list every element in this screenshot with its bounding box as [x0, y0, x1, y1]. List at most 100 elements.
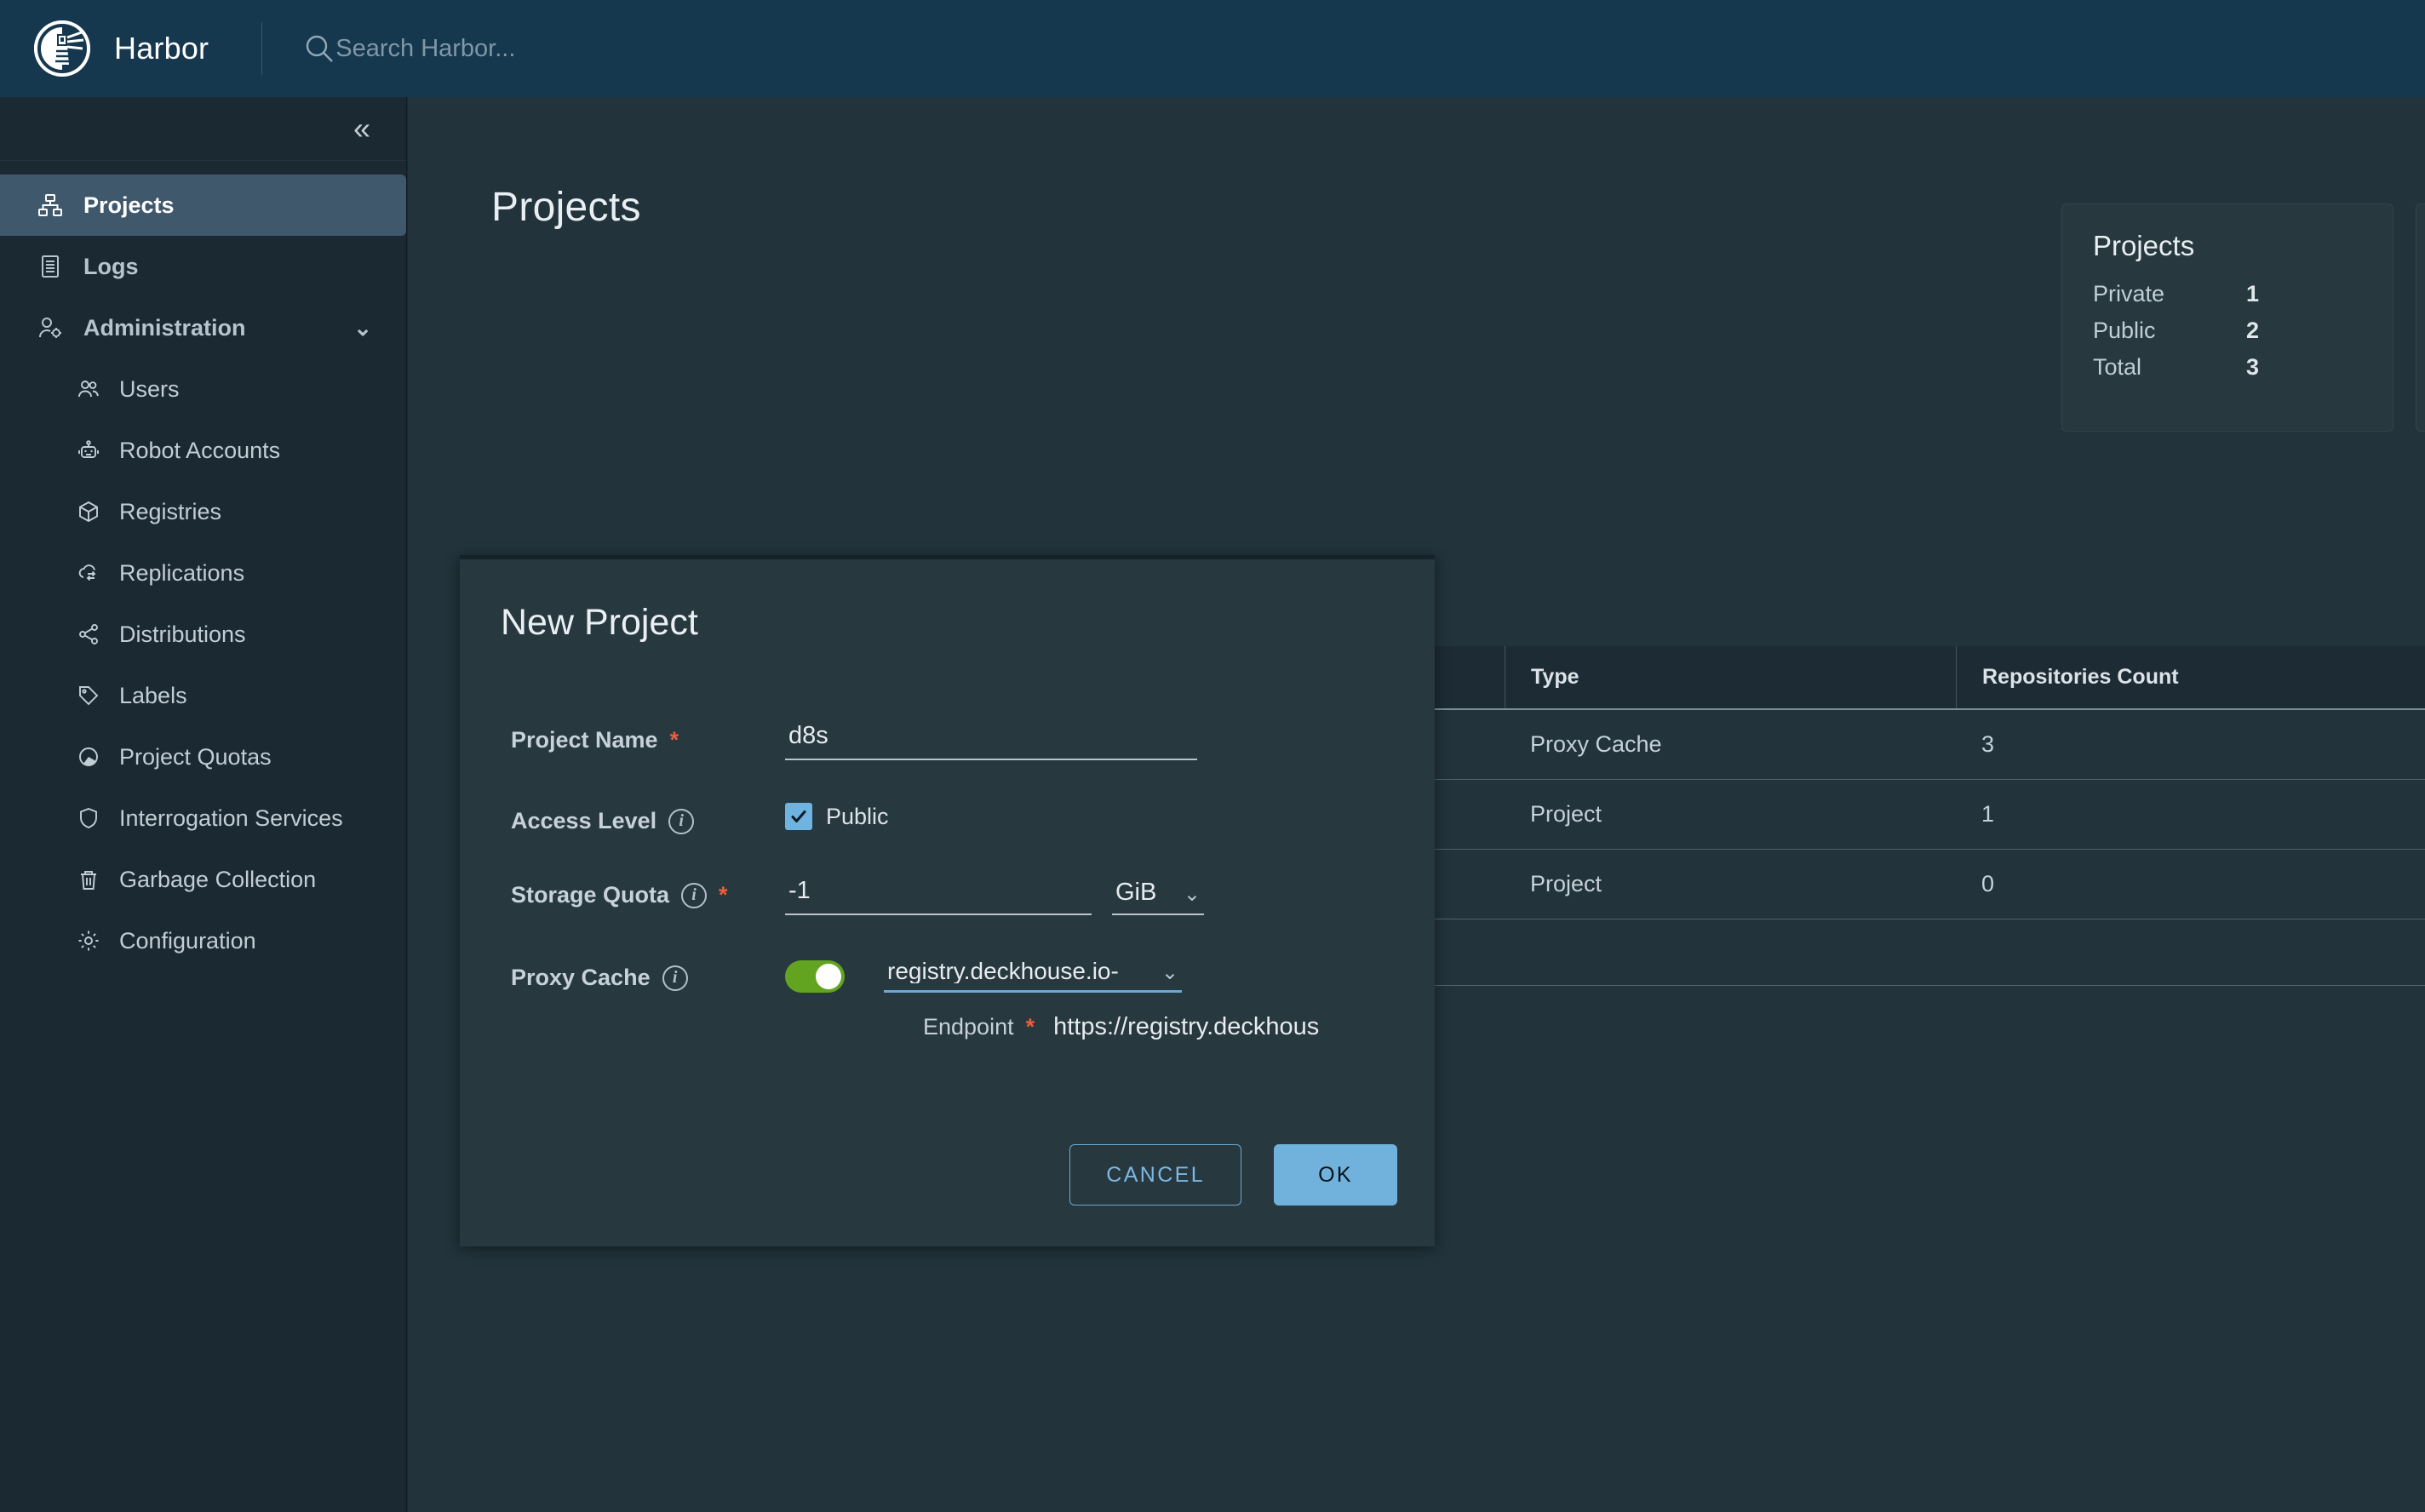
- sidebar-item-garbage-collection[interactable]: Garbage Collection: [0, 849, 406, 910]
- field-row-project-name: Project Name *: [460, 722, 1435, 760]
- toggle-knob: [816, 964, 841, 989]
- sidebar-item-replications[interactable]: Replications: [0, 542, 406, 604]
- double-chevron-left-icon: «: [353, 113, 370, 144]
- storage-quota-label: Storage Quota i *: [460, 877, 785, 908]
- sidebar-item-label: Distributions: [119, 621, 246, 648]
- search-input[interactable]: [335, 35, 812, 63]
- storage-quota-input[interactable]: [785, 877, 1092, 915]
- column-header-type[interactable]: Type: [1505, 646, 1956, 708]
- sidebar-item-configuration[interactable]: Configuration: [0, 910, 406, 971]
- sidebar: « Projects Logs: [0, 97, 407, 1512]
- stat-key: Total: [2093, 354, 2246, 381]
- public-checkbox-wrap[interactable]: Public: [785, 803, 1435, 830]
- sidebar-item-label: Projects: [83, 192, 175, 219]
- label-text: Storage Quota: [511, 882, 669, 908]
- endpoint-value: https://registry.deckhous: [1053, 1013, 1319, 1041]
- sidebar-item-logs[interactable]: Logs: [0, 236, 406, 297]
- new-project-form: Project Name * Access Level i Pu: [460, 722, 1435, 1041]
- column-header-repositories-count[interactable]: Repositories Count: [1956, 646, 2425, 708]
- project-name-label: Project Name *: [460, 722, 785, 753]
- sidebar-item-label: Garbage Collection: [119, 867, 316, 893]
- chevron-down-icon: ⌄: [1161, 963, 1178, 983]
- projects-stat-card: Projects Private 1 Public 2 Total 3: [2061, 203, 2393, 432]
- proxy-cache-registry-value: registry.deckhouse.io-: [887, 959, 1119, 983]
- info-icon[interactable]: i: [681, 883, 707, 908]
- stat-value: 2: [2246, 318, 2259, 344]
- chevron-down-icon: ⌄: [1184, 885, 1201, 905]
- info-icon[interactable]: i: [668, 809, 694, 834]
- project-name-input[interactable]: [785, 722, 1197, 760]
- logs-document-icon: [36, 252, 65, 281]
- sidebar-item-label: Labels: [119, 683, 187, 709]
- storage-quota-unit-value: GiB: [1115, 880, 1156, 905]
- sidebar-nav: Projects Logs Administration ⌄: [0, 161, 406, 971]
- required-marker: *: [719, 882, 728, 908]
- sidebar-item-label: Robot Accounts: [119, 438, 280, 464]
- stat-card-title: Projects: [2093, 230, 2362, 262]
- chevron-down-icon[interactable]: ⌄: [353, 315, 372, 341]
- cube-icon: [75, 498, 102, 525]
- public-checkbox[interactable]: [785, 803, 812, 830]
- administration-user-gear-icon: [36, 313, 65, 342]
- field-row-proxy-cache: Proxy Cache i registry.deckhouse.io- ⌄ E…: [460, 959, 1435, 1041]
- sidebar-item-labels[interactable]: Labels: [0, 665, 406, 726]
- storage-quota-control: GiB ⌄: [785, 877, 1435, 915]
- sidebar-item-distributions[interactable]: Distributions: [0, 604, 406, 665]
- sidebar-item-registries[interactable]: Registries: [0, 481, 406, 542]
- cell-type: Project: [1505, 871, 1956, 897]
- modal-actions: CANCEL OK: [1069, 1144, 1397, 1206]
- access-level-control: Public: [785, 803, 1435, 830]
- stat-row: Public 2: [2093, 318, 2362, 344]
- stat-key: Private: [2093, 281, 2246, 307]
- sidebar-item-interrogation-services[interactable]: Interrogation Services: [0, 788, 406, 849]
- tag-icon: [75, 682, 102, 709]
- label-text: Proxy Cache: [511, 965, 651, 991]
- sidebar-item-label: Project Quotas: [119, 744, 272, 770]
- proxy-cache-registry-select[interactable]: registry.deckhouse.io- ⌄: [884, 959, 1182, 993]
- access-level-label: Access Level i: [460, 803, 785, 834]
- sidebar-item-label: Replications: [119, 560, 244, 587]
- required-marker: *: [1026, 1014, 1035, 1040]
- proxy-cache-label: Proxy Cache i: [460, 959, 785, 991]
- stat-row: Total 3: [2093, 354, 2362, 381]
- new-project-modal: New Project Project Name * Access Level …: [460, 555, 1435, 1246]
- field-row-access-level: Access Level i Public: [460, 803, 1435, 834]
- cell-repositories-count: 1: [1956, 801, 2425, 828]
- label-text: Access Level: [511, 808, 656, 834]
- shield-icon: [75, 805, 102, 832]
- secondary-stat-card-partial: [2416, 203, 2425, 432]
- users-icon: [75, 375, 102, 403]
- ok-button[interactable]: OK: [1274, 1144, 1397, 1206]
- sidebar-item-project-quotas[interactable]: Project Quotas: [0, 726, 406, 788]
- global-search[interactable]: [305, 0, 812, 97]
- sidebar-item-label: Interrogation Services: [119, 805, 343, 832]
- brand[interactable]: Harbor: [0, 20, 209, 77]
- statistics-cards: Projects Private 1 Public 2 Total 3: [2061, 203, 2425, 432]
- cell-type: Proxy Cache: [1505, 731, 1956, 758]
- sidebar-item-administration[interactable]: Administration ⌄: [0, 297, 406, 358]
- share-nodes-icon: [75, 621, 102, 648]
- sidebar-item-label: Users: [119, 376, 180, 403]
- storage-quota-unit-select[interactable]: GiB ⌄: [1112, 880, 1204, 915]
- sidebar-item-users[interactable]: Users: [0, 358, 406, 420]
- label-text: Project Name: [511, 727, 658, 753]
- sidebar-item-projects[interactable]: Projects: [0, 175, 406, 236]
- cell-type: Project: [1505, 801, 1956, 828]
- endpoint-label: Endpoint: [923, 1014, 1014, 1040]
- sidebar-item-robot-accounts[interactable]: Robot Accounts: [0, 420, 406, 481]
- stat-key: Public: [2093, 318, 2246, 344]
- cancel-button[interactable]: CANCEL: [1069, 1144, 1241, 1206]
- field-row-storage-quota: Storage Quota i * GiB ⌄: [460, 877, 1435, 915]
- public-checkbox-label: Public: [826, 804, 889, 830]
- cloud-sync-icon: [75, 559, 102, 587]
- stat-value: 3: [2246, 354, 2259, 381]
- proxy-cache-toggle[interactable]: [785, 960, 845, 993]
- robot-icon: [75, 437, 102, 464]
- cell-repositories-count: 3: [1956, 731, 2425, 758]
- sidebar-collapse-button[interactable]: «: [0, 97, 406, 161]
- sidebar-item-label: Registries: [119, 499, 221, 525]
- gear-icon: [75, 927, 102, 954]
- sidebar-item-label: Configuration: [119, 928, 256, 954]
- harbor-lighthouse-logo: [34, 20, 90, 77]
- info-icon[interactable]: i: [662, 965, 688, 991]
